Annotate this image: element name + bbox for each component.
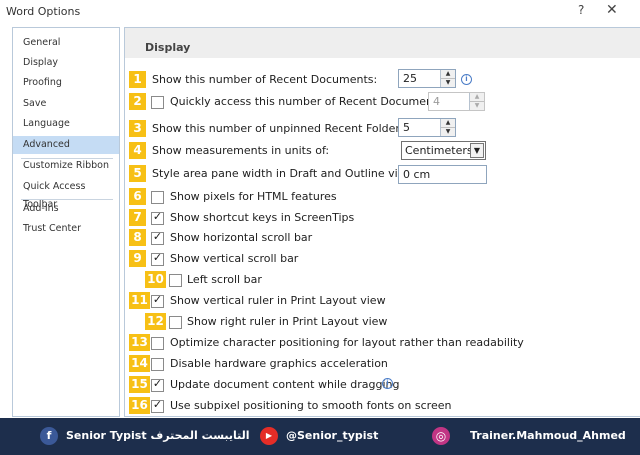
youtube-handle: @Senior_typist bbox=[286, 429, 379, 442]
step-badge: 6 bbox=[129, 188, 146, 205]
check-icon: ✓ bbox=[152, 251, 163, 264]
section-title: Display bbox=[145, 41, 191, 54]
social-footer: f Senior Typist التايبست المحترف ▶ @Seni… bbox=[0, 418, 640, 455]
options-sidebar: General Display Proofing Save Language A… bbox=[12, 27, 120, 417]
check-icon: ✓ bbox=[152, 230, 163, 243]
step-badge: 5 bbox=[129, 165, 146, 182]
hardware-acceleration-checkbox[interactable] bbox=[151, 358, 164, 371]
optimize-character-checkbox[interactable] bbox=[151, 337, 164, 350]
left-scroll-bar-checkbox[interactable] bbox=[169, 274, 182, 287]
check-icon: ✓ bbox=[152, 398, 163, 411]
sidebar-item-add-ins[interactable]: Add-Ins bbox=[13, 200, 119, 218]
options-content: Display 1 Show this number of Recent Doc… bbox=[124, 27, 640, 417]
step-badge: 12 bbox=[145, 313, 166, 330]
step-badge: 9 bbox=[129, 250, 146, 267]
step-badge: 15 bbox=[129, 376, 150, 393]
check-icon: ✓ bbox=[152, 210, 163, 223]
spin-down-icon[interactable]: ▼ bbox=[441, 128, 455, 136]
step-badge: 8 bbox=[129, 229, 146, 246]
youtube-icon: ▶ bbox=[260, 427, 278, 445]
vertical-ruler-checkbox[interactable]: ✓ bbox=[151, 293, 164, 308]
sidebar-item-quick-access-toolbar[interactable]: Quick Access Toolbar bbox=[13, 178, 119, 210]
sidebar-item-save[interactable]: Save bbox=[13, 95, 119, 113]
subpixel-positioning-checkbox[interactable]: ✓ bbox=[151, 398, 164, 413]
facebook-icon: f bbox=[40, 427, 58, 445]
style-area-value: 0 cm bbox=[403, 168, 431, 181]
step-badge: 1 bbox=[129, 71, 146, 88]
style-area-label: Style area pane width in Draft and Outli… bbox=[152, 167, 423, 180]
shortcut-keys-checkbox[interactable]: ✓ bbox=[151, 210, 164, 225]
step-badge: 14 bbox=[129, 355, 150, 372]
right-ruler-checkbox[interactable] bbox=[169, 316, 182, 329]
subpixel-positioning-label: Use subpixel positioning to smooth fonts… bbox=[170, 399, 452, 412]
step-badge: 2 bbox=[129, 93, 146, 110]
spin-down-icon: ▼ bbox=[470, 102, 484, 110]
measurement-units-label: Show measurements in units of: bbox=[152, 144, 330, 157]
step-badge: 7 bbox=[129, 209, 146, 226]
recent-folders-label: Show this number of unpinned Recent Fold… bbox=[152, 122, 410, 135]
recent-folders-spinner[interactable]: 5 ▲ ▼ bbox=[398, 118, 456, 137]
recent-documents-spinner[interactable]: 25 ▲ ▼ bbox=[398, 69, 456, 88]
sidebar-item-language[interactable]: Language bbox=[13, 115, 119, 133]
optimize-character-label: Optimize character positioning for layou… bbox=[170, 336, 524, 349]
facebook-handle: Senior Typist التايبست المحترف bbox=[66, 429, 250, 442]
hardware-acceleration-label: Disable hardware graphics acceleration bbox=[170, 357, 388, 370]
quick-access-checkbox[interactable] bbox=[151, 96, 164, 109]
sidebar-item-display[interactable]: Display bbox=[13, 54, 119, 72]
quick-access-label: Quickly access this number of Recent Doc… bbox=[170, 95, 447, 108]
step-badge: 11 bbox=[129, 292, 150, 309]
recent-folders-value: 5 bbox=[403, 121, 410, 134]
window-title: Word Options bbox=[6, 5, 81, 18]
update-while-dragging-checkbox[interactable]: ✓ bbox=[151, 377, 164, 392]
instagram-handle: Trainer.Mahmoud_Ahmed bbox=[470, 429, 626, 442]
show-pixels-label: Show pixels for HTML features bbox=[170, 190, 337, 203]
close-button[interactable]: ✕ bbox=[606, 2, 618, 18]
sidebar-item-proofing[interactable]: Proofing bbox=[13, 74, 119, 92]
check-icon: ✓ bbox=[152, 377, 163, 390]
vertical-scroll-checkbox[interactable]: ✓ bbox=[151, 251, 164, 266]
left-scroll-bar-label: Left scroll bar bbox=[187, 273, 262, 286]
spin-up-icon[interactable]: ▲ bbox=[441, 119, 455, 128]
vertical-ruler-label: Show vertical ruler in Print Layout view bbox=[170, 294, 386, 307]
step-badge: 4 bbox=[129, 142, 146, 159]
sidebar-item-customize-ribbon[interactable]: Customize Ribbon bbox=[13, 157, 119, 175]
info-icon: i bbox=[461, 74, 472, 85]
step-badge: 3 bbox=[129, 120, 146, 137]
check-icon: ✓ bbox=[152, 293, 163, 306]
spin-down-icon[interactable]: ▼ bbox=[441, 79, 455, 87]
title-bar: Word Options ? ✕ bbox=[0, 0, 640, 26]
show-pixels-checkbox[interactable] bbox=[151, 191, 164, 204]
horizontal-scroll-label: Show horizontal scroll bar bbox=[170, 231, 313, 244]
step-badge: 10 bbox=[145, 271, 166, 288]
recent-documents-label: Show this number of Recent Documents: bbox=[152, 73, 378, 86]
style-area-input[interactable]: 0 cm bbox=[398, 165, 487, 184]
shortcut-keys-label: Show shortcut keys in ScreenTips bbox=[170, 211, 355, 224]
measurement-units-dropdown[interactable]: Centimeters ▼ bbox=[401, 141, 486, 160]
right-ruler-label: Show right ruler in Print Layout view bbox=[187, 315, 388, 328]
step-badge: 16 bbox=[129, 397, 150, 414]
instagram-icon: ◎ bbox=[432, 427, 450, 445]
recent-documents-value: 25 bbox=[403, 72, 417, 85]
quick-access-spinner: 4 ▲ ▼ bbox=[428, 92, 485, 111]
step-badge: 13 bbox=[129, 334, 150, 351]
horizontal-scroll-checkbox[interactable]: ✓ bbox=[151, 230, 164, 245]
spin-up-icon[interactable]: ▲ bbox=[441, 70, 455, 79]
help-button[interactable]: ? bbox=[578, 3, 584, 17]
sidebar-item-advanced[interactable]: Advanced bbox=[13, 136, 119, 154]
info-icon: i bbox=[382, 378, 393, 389]
sidebar-item-trust-center[interactable]: Trust Center bbox=[13, 220, 119, 238]
update-while-dragging-label: Update document content while dragging bbox=[170, 378, 400, 391]
measurement-units-value: Centimeters bbox=[405, 144, 473, 157]
chevron-down-icon[interactable]: ▼ bbox=[470, 143, 484, 158]
quick-access-value: 4 bbox=[433, 95, 440, 108]
spin-up-icon: ▲ bbox=[470, 93, 484, 102]
vertical-scroll-label: Show vertical scroll bar bbox=[170, 252, 299, 265]
sidebar-item-general[interactable]: General bbox=[13, 34, 119, 52]
section-header: Display bbox=[125, 28, 640, 58]
